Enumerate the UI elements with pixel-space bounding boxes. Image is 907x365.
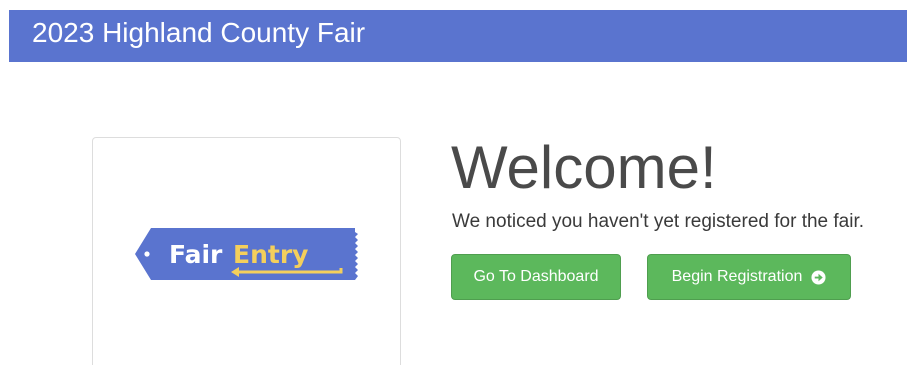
welcome-heading: Welcome! [451,134,717,201]
logo-word-entry: Entry [233,240,308,269]
fairentry-logo: Fair Entry [135,228,358,280]
logo-word-fair: Fair [169,240,223,269]
header-bar: 2023 Highland County Fair [9,10,907,62]
go-to-dashboard-button[interactable]: Go To Dashboard [451,254,621,300]
logo-card: Fair Entry [92,137,401,365]
page: 2023 Highland County Fair Fair Entry Wel… [0,0,907,365]
circle-arrow-right-icon [811,269,826,285]
begin-registration-button[interactable]: Begin Registration [647,254,851,300]
tag-hole [144,251,150,257]
page-title: 2023 Highland County Fair [32,17,366,48]
go-to-dashboard-label: Go To Dashboard [473,268,599,285]
registration-message: We noticed you haven't yet registered fo… [452,211,865,232]
begin-registration-label: Begin Registration [671,268,803,285]
